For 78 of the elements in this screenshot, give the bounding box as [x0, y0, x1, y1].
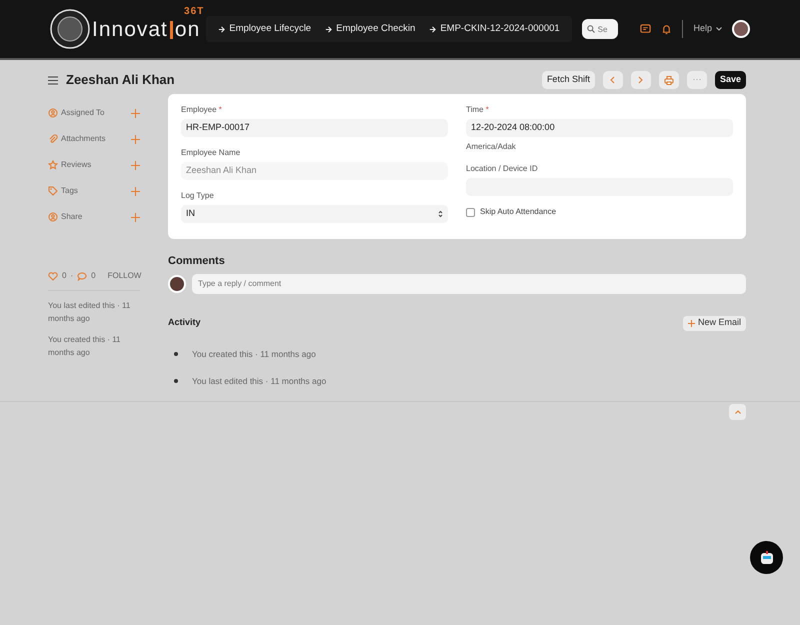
star-icon [48, 160, 58, 170]
new-email-button[interactable]: New Email [682, 316, 746, 330]
user-avatar[interactable] [732, 20, 750, 38]
paperclip-icon [48, 134, 58, 144]
logo-superscript-text: 36T [184, 6, 204, 16]
bell-icon[interactable] [661, 24, 672, 34]
menu-icon[interactable] [48, 76, 58, 84]
chatbot-button[interactable] [750, 541, 783, 574]
select-arrows-icon [438, 210, 443, 218]
search-icon [586, 25, 595, 33]
arrow-right-icon [429, 26, 436, 32]
plus-icon[interactable] [131, 186, 140, 196]
input-field[interactable]: 12-20-2024 08:00:00 [466, 119, 733, 137]
sidebar-link[interactable]: Tags [61, 185, 78, 197]
scroll-top-button[interactable] [729, 404, 746, 420]
page-title: Zeeshan Ali Khan [66, 71, 175, 90]
timeline-dot [174, 352, 178, 356]
arrow-right-icon [325, 26, 332, 32]
separator-dot: · [70, 270, 74, 282]
breadcrumb-link[interactable]: EMP-CKIN-12-2024-000001 [429, 22, 560, 36]
logo-text: Innovat [92, 18, 168, 40]
sidebar-link[interactable]: Reviews [61, 159, 92, 171]
follow-link[interactable]: FOLLOW [108, 270, 142, 282]
timeline-text: You last edited this · 11 months ago [192, 374, 326, 388]
field-description: America/Adak [466, 141, 517, 153]
checkbox[interactable] [466, 208, 475, 216]
printer-icon [664, 76, 674, 84]
sidebar-link[interactable]: Assigned To [61, 107, 104, 119]
chat-icon[interactable] [640, 24, 652, 34]
arrow-right-icon [218, 26, 226, 32]
previous-button[interactable] [602, 71, 623, 89]
logo-bar [170, 20, 173, 38]
timeline-text: You created this · 11 months ago [192, 348, 316, 360]
heart-icon[interactable] [48, 272, 58, 280]
timeline-dot [174, 379, 178, 383]
chevron-left-icon [610, 76, 616, 84]
field-label: Time * [466, 104, 490, 116]
logo-text: on [174, 18, 200, 40]
sidebar-link[interactable]: Attachments [61, 133, 106, 145]
fetch-shift-button[interactable]: Fetch Shift [542, 71, 595, 89]
help-menu[interactable]: Help [693, 22, 722, 36]
tag-icon [48, 186, 58, 196]
field-label: Employee Name [181, 147, 242, 159]
comment-icon [77, 272, 88, 280]
checkbox-label: Skip Auto Attendance [480, 206, 556, 218]
chevron-right-icon [638, 76, 644, 84]
caret-icon [716, 27, 722, 31]
save-button[interactable]: Save [714, 71, 746, 89]
sidebar-link[interactable]: Share [61, 211, 82, 223]
plus-icon[interactable] [131, 212, 140, 222]
activity-note: You created this · 11 months ago [48, 334, 122, 359]
user-circle-icon [48, 108, 58, 118]
like-count: 0 [62, 270, 66, 282]
breadcrumb-link[interactable]: Employee Lifecycle [218, 22, 312, 36]
activity-heading: Activity [168, 316, 201, 330]
input-field: Zeeshan Ali Khan [181, 162, 448, 180]
user-circle-icon [48, 212, 58, 222]
select-field[interactable]: IN [181, 205, 448, 223]
activity-note: You last edited this · 11 months ago [48, 300, 132, 325]
comments-heading: Comments [168, 254, 226, 269]
input-field[interactable]: HR-EMP-00017 [181, 119, 448, 137]
comment-count: 0 [91, 270, 96, 282]
field-label: Employee * [181, 104, 223, 116]
plus-icon[interactable] [131, 108, 140, 118]
plus-icon [688, 320, 695, 326]
search-field[interactable]: Se [582, 19, 618, 39]
user-avatar [168, 274, 186, 292]
seal-logo-icon [50, 9, 90, 49]
print-button[interactable] [658, 71, 679, 89]
field-label: Location / Device ID [466, 163, 539, 175]
breadcrumb-link[interactable]: Employee Checkin [325, 22, 416, 36]
chevron-up-icon [734, 410, 740, 414]
robot-icon [758, 550, 774, 566]
comment-field[interactable]: Type a reply / comment [192, 274, 746, 294]
plus-icon[interactable] [131, 160, 140, 170]
next-button[interactable] [630, 71, 651, 89]
field-label: Log Type [181, 190, 215, 202]
plus-icon[interactable] [131, 134, 140, 144]
